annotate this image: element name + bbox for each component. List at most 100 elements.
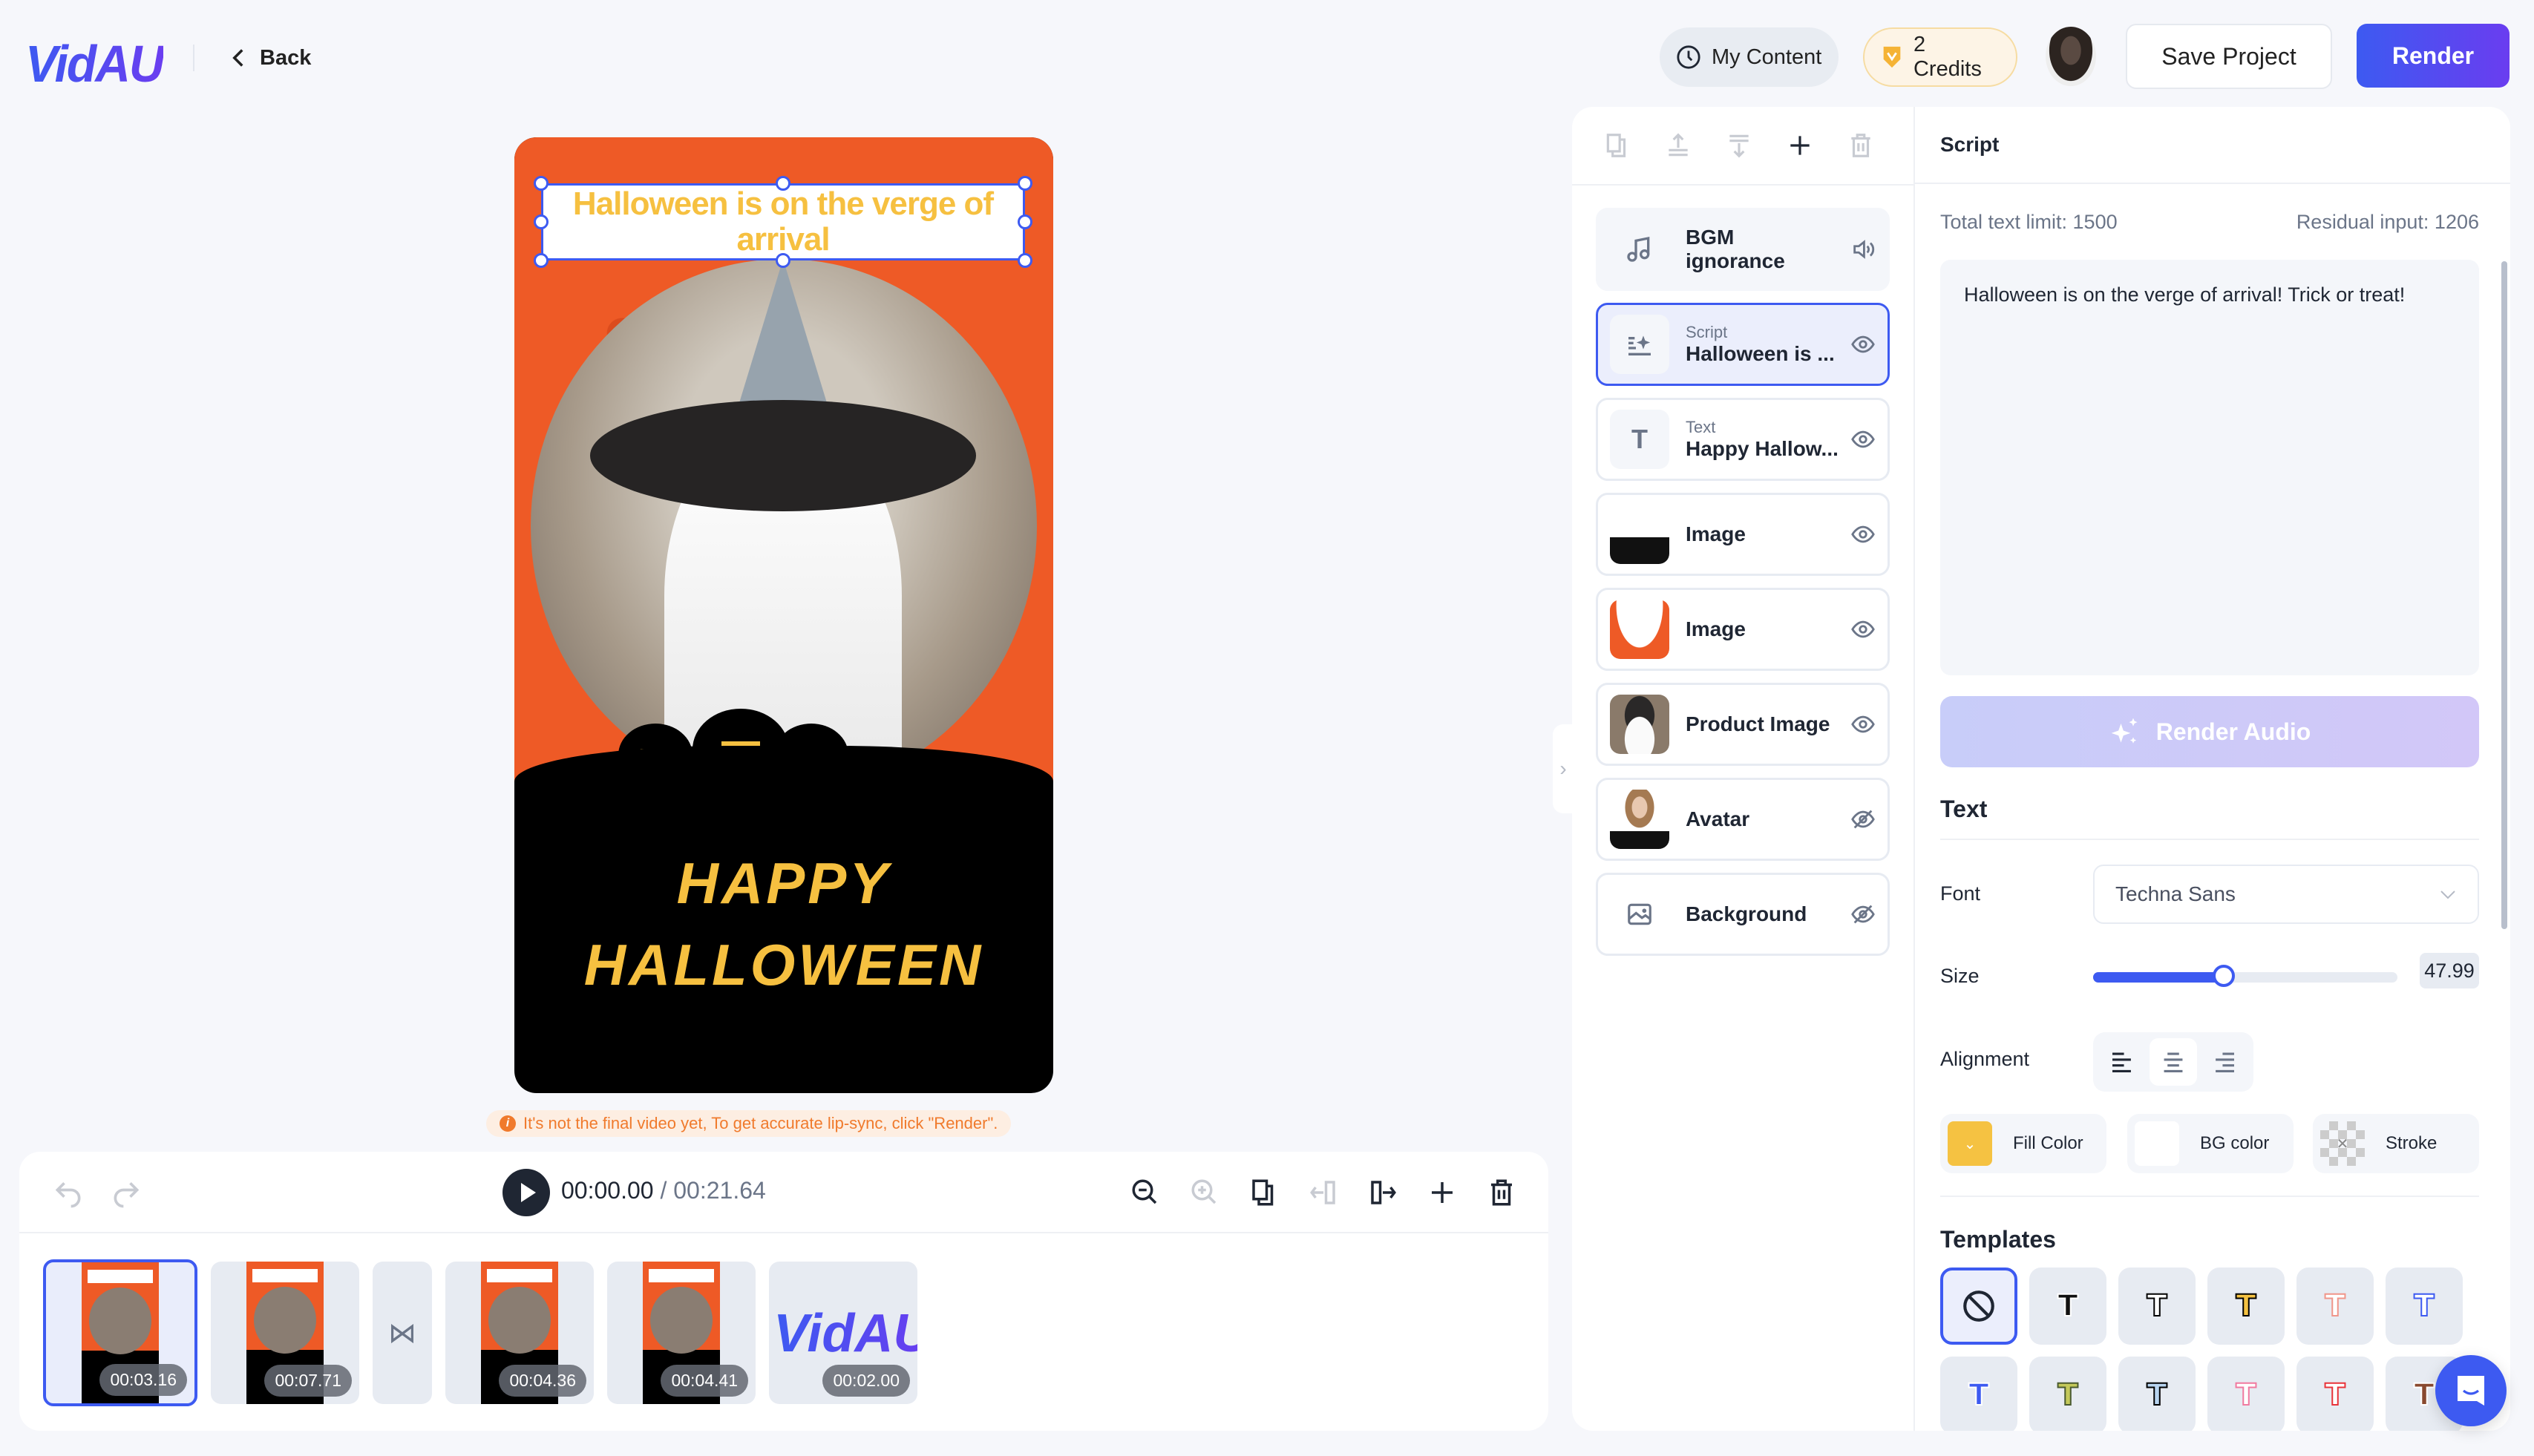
- resize-handle-tr[interactable]: [1018, 176, 1032, 191]
- render-audio-button[interactable]: Render Audio: [1940, 696, 2479, 767]
- volume-icon[interactable]: [1850, 237, 1876, 262]
- template-4[interactable]: T: [2296, 1268, 2374, 1345]
- size-value-input[interactable]: 47.99: [2420, 953, 2479, 988]
- eye-off-icon[interactable]: [1850, 902, 1876, 927]
- credits-label: 2 Credits: [1913, 33, 1982, 81]
- product-image-layer[interactable]: [531, 259, 1037, 793]
- video-preview-canvas[interactable]: HAPPY HALLOWEEN Halloween is on the verg…: [514, 137, 1053, 1093]
- align-left-button[interactable]: [2099, 1038, 2147, 1086]
- split-left-icon: [1310, 1181, 1335, 1204]
- template-9[interactable]: T: [2207, 1357, 2285, 1431]
- duplicate-layer-icon[interactable]: [1603, 131, 1631, 160]
- support-chat-button[interactable]: [2435, 1355, 2507, 1426]
- size-slider[interactable]: [2093, 965, 2397, 987]
- clip-3[interactable]: 00:04.36: [445, 1262, 594, 1404]
- template-5[interactable]: T: [2386, 1268, 2463, 1345]
- clip-4[interactable]: 00:04.41: [607, 1262, 756, 1404]
- resize-handle-tm[interactable]: [776, 176, 790, 191]
- eye-icon[interactable]: [1850, 712, 1876, 737]
- fill-color-button[interactable]: ⌄ Fill Color: [1940, 1114, 2106, 1173]
- preview-notice-text: It's not the final video yet, To get acc…: [523, 1114, 998, 1132]
- my-content-button[interactable]: My Content: [1660, 27, 1839, 87]
- split-left-button[interactable]: [1305, 1174, 1342, 1211]
- resize-handle-tl[interactable]: [534, 176, 549, 191]
- layer-text[interactable]: T Text Happy Hallow...: [1596, 398, 1890, 481]
- user-avatar[interactable]: [2046, 27, 2096, 86]
- eye-icon[interactable]: [1850, 522, 1876, 547]
- clip-duration: 00:02.00: [822, 1365, 910, 1397]
- delete-clip-button[interactable]: [1483, 1174, 1520, 1211]
- zoom-in-button[interactable]: [1186, 1174, 1223, 1211]
- template-2[interactable]: T: [2118, 1268, 2196, 1345]
- clip-1[interactable]: 00:03.16: [43, 1259, 197, 1406]
- layer-script[interactable]: Script Halloween is ...: [1596, 303, 1890, 386]
- clip-5-outro[interactable]: VidAU 00:02.00: [769, 1262, 917, 1404]
- chat-bubble-icon: [2458, 1376, 2484, 1406]
- eye-icon[interactable]: [1850, 427, 1876, 452]
- resize-handle-bl[interactable]: [534, 253, 549, 268]
- eye-icon[interactable]: [1850, 332, 1876, 357]
- collapse-panel-button[interactable]: ›: [1553, 724, 1574, 813]
- stroke-button[interactable]: ✕ Stroke: [2313, 1114, 2479, 1173]
- bg-color-swatch: [2135, 1121, 2179, 1166]
- zoom-out-button[interactable]: [1127, 1174, 1164, 1211]
- align-right-button[interactable]: [2200, 1038, 2247, 1086]
- play-button[interactable]: [502, 1169, 550, 1216]
- product-thumbnail: [1610, 695, 1669, 754]
- template-7[interactable]: T: [2029, 1357, 2106, 1431]
- properties-scrollbar[interactable]: [2501, 261, 2507, 929]
- text-limit-row: Total text limit: 1500 Residual input: 1…: [1940, 211, 2479, 234]
- layer-list: BGM ignorance Script Halloween is ... T …: [1596, 208, 1890, 968]
- text-icon: T: [1610, 410, 1669, 469]
- align-center-icon: [2164, 1052, 2183, 1072]
- template-6[interactable]: T: [1940, 1357, 2017, 1431]
- size-slider-handle[interactable]: [2213, 965, 2236, 987]
- script-textarea[interactable]: [1940, 260, 2479, 675]
- eye-icon[interactable]: [1850, 617, 1876, 642]
- redo-icon[interactable]: [110, 1178, 143, 1210]
- add-layer-icon[interactable]: [1786, 131, 1814, 160]
- back-button[interactable]: Back: [230, 40, 311, 76]
- layer-background[interactable]: Background: [1596, 873, 1890, 956]
- align-center-button[interactable]: [2150, 1038, 2197, 1086]
- layer-bgm[interactable]: BGM ignorance: [1596, 208, 1890, 291]
- happy-text-line1[interactable]: HAPPY: [514, 850, 1053, 917]
- layer-avatar[interactable]: Avatar: [1596, 778, 1890, 861]
- vidau-logo[interactable]: VidAU: [25, 34, 165, 94]
- layer-product-image[interactable]: Product Image: [1596, 683, 1890, 766]
- eye-off-icon[interactable]: [1850, 807, 1876, 832]
- credits-button[interactable]: 2 Credits: [1863, 27, 2017, 87]
- render-button[interactable]: Render: [2357, 24, 2510, 88]
- transition-icon: ⋈: [388, 1317, 416, 1349]
- render-audio-label: Render Audio: [2155, 718, 2311, 745]
- font-select[interactable]: Techna Sans: [2093, 865, 2479, 924]
- happy-text-line2[interactable]: HALLOWEEN: [514, 931, 1053, 999]
- clip-duration: 00:04.41: [661, 1365, 748, 1397]
- template-3[interactable]: T: [2207, 1268, 2285, 1345]
- move-layer-down-icon[interactable]: [1725, 131, 1753, 160]
- resize-handle-ml[interactable]: [534, 214, 549, 229]
- resize-handle-bm[interactable]: [776, 253, 790, 268]
- template-10[interactable]: T: [2296, 1357, 2374, 1431]
- layer-image-orange[interactable]: Image: [1596, 588, 1890, 671]
- clip-2[interactable]: 00:07.71: [211, 1262, 359, 1404]
- delete-layer-icon[interactable]: [1847, 131, 1875, 160]
- add-clip-button[interactable]: [1424, 1174, 1461, 1211]
- section-divider: [1940, 839, 2479, 840]
- template-none[interactable]: [1940, 1268, 2017, 1345]
- undo-icon[interactable]: [52, 1178, 85, 1210]
- layer-image-frame[interactable]: Image: [1596, 493, 1890, 576]
- duplicate-clip-button[interactable]: [1245, 1174, 1283, 1211]
- selected-script-text-box[interactable]: Halloween is on the verge of arrival: [541, 183, 1025, 260]
- resize-handle-mr[interactable]: [1018, 214, 1032, 229]
- template-8[interactable]: T: [2118, 1357, 2196, 1431]
- template-1[interactable]: T: [2029, 1268, 2106, 1345]
- info-icon: i: [500, 1115, 516, 1132]
- save-project-button[interactable]: Save Project: [2126, 24, 2332, 89]
- resize-handle-br[interactable]: [1018, 253, 1032, 268]
- bg-color-button[interactable]: BG color: [2127, 1114, 2294, 1173]
- align-right-icon: [2216, 1052, 2234, 1072]
- split-right-button[interactable]: [1364, 1174, 1401, 1211]
- transition-button[interactable]: ⋈: [373, 1262, 432, 1404]
- move-layer-up-icon[interactable]: [1664, 131, 1692, 160]
